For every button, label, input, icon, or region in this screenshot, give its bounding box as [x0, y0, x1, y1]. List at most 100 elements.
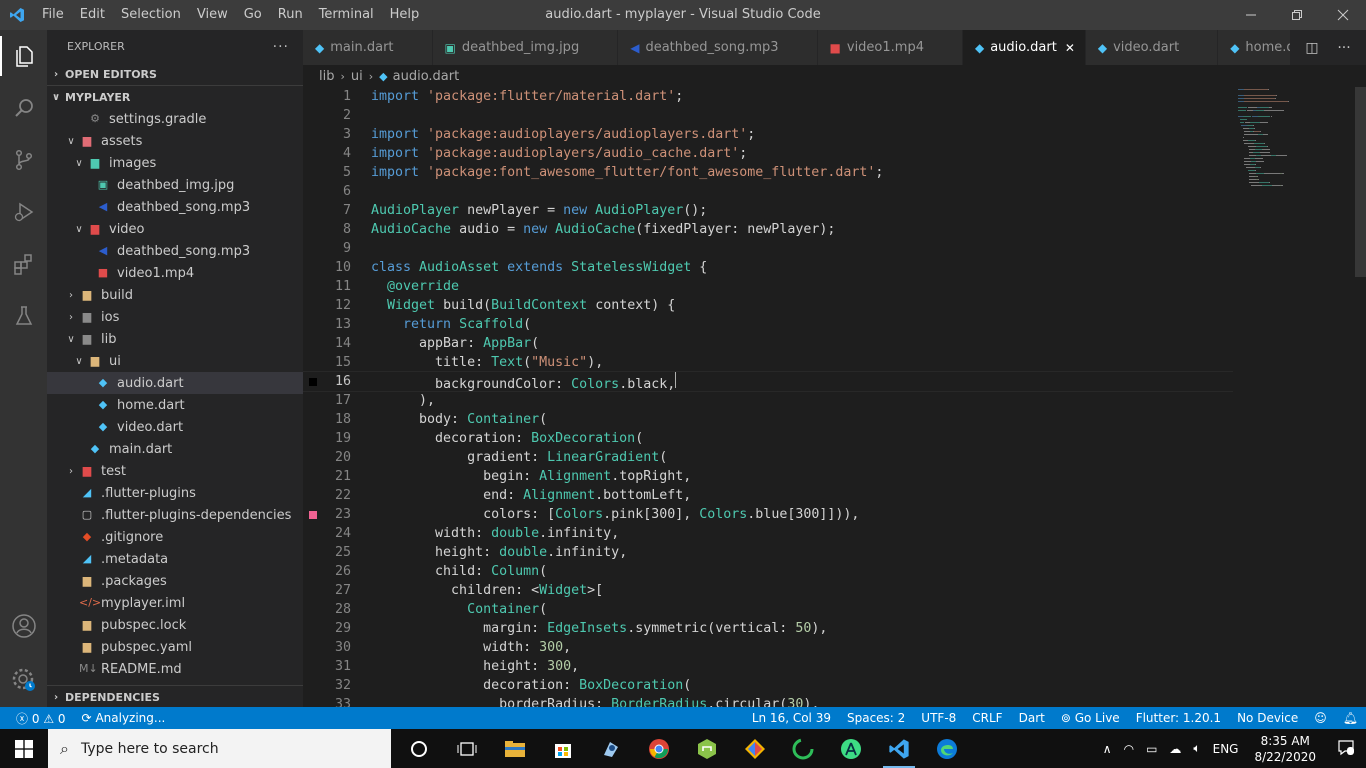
feedback-icon[interactable]: ☺ — [1306, 711, 1335, 725]
dependencies-section[interactable]: › DEPENDENCIES — [47, 685, 303, 707]
encoding[interactable]: UTF-8 — [913, 711, 964, 725]
menu-terminal[interactable]: Terminal — [311, 0, 382, 30]
analyzing-status[interactable]: ⟳ Analyzing... — [74, 711, 174, 725]
menu-file[interactable]: File — [34, 0, 72, 30]
code-line[interactable]: 17 ), — [303, 391, 1233, 410]
menu-selection[interactable]: Selection — [113, 0, 189, 30]
code-line[interactable]: 6 — [303, 182, 1233, 201]
code-line[interactable]: 32 decoration: BoxDecoration( — [303, 676, 1233, 695]
git-kraken-icon[interactable] — [731, 729, 779, 768]
code-line[interactable]: 33 borderRadius: BorderRadius.circular(3… — [303, 695, 1233, 707]
open-editors-section[interactable]: › OPEN EDITORS — [47, 63, 303, 86]
minimap[interactable] — [1238, 87, 1353, 287]
close-window-icon[interactable] — [1320, 0, 1366, 30]
volume-icon[interactable]: 🔈︎ — [1187, 741, 1206, 756]
action-center-icon[interactable] — [1326, 738, 1366, 759]
code-line[interactable]: 26 child: Column( — [303, 562, 1233, 581]
code-line[interactable]: 21 begin: Alignment.topRight, — [303, 467, 1233, 486]
code-line[interactable]: 19 decoration: BoxDecoration( — [303, 429, 1233, 448]
vscode-icon[interactable] — [875, 729, 923, 768]
code-line[interactable]: 23 colors: [Colors.pink[300], Colors.blu… — [303, 505, 1233, 524]
code-editor[interactable]: 1 import 'package:flutter/material.dart';… — [303, 87, 1233, 707]
taskbar-search-box[interactable]: ⌕ Type here to search — [48, 729, 391, 768]
menu-go[interactable]: Go — [236, 0, 270, 30]
menu-help[interactable]: Help — [382, 0, 428, 30]
windows-start-icon[interactable] — [0, 729, 48, 768]
tree-item[interactable]: ◀ deathbed_song.mp3 — [47, 196, 303, 218]
tree-item[interactable]: ⚙ settings.gradle — [47, 108, 303, 130]
code-line[interactable]: 25 height: double.infinity, — [303, 543, 1233, 562]
tree-item[interactable]: </> myplayer.iml — [47, 592, 303, 614]
tab-audio-dart[interactable]: ◆ audio.dart ✕ — [962, 30, 1086, 65]
task-view-icon[interactable] — [443, 729, 491, 768]
tree-item[interactable]: › ▆ build — [47, 284, 303, 306]
files-icon[interactable] — [0, 30, 47, 82]
android-studio-icon[interactable] — [827, 729, 875, 768]
extensions-icon[interactable] — [0, 238, 47, 290]
run-debug-icon[interactable] — [0, 186, 47, 238]
breadcrumb-item[interactable]: ui — [351, 69, 363, 84]
tree-item[interactable]: › ▆ ios — [47, 306, 303, 328]
breadcrumb-item[interactable]: audio.dart — [393, 69, 460, 84]
battery-icon[interactable]: ▭ — [1140, 742, 1163, 756]
flutter-version[interactable]: Flutter: 1.20.1 — [1128, 711, 1229, 725]
code-line[interactable]: 28 Container( — [303, 600, 1233, 619]
problems-indicator[interactable]: ⓧ 0 ⚠ 0 — [8, 710, 74, 727]
minimize-icon[interactable] — [1228, 0, 1274, 30]
code-line[interactable]: 14 appBar: AppBar( — [303, 334, 1233, 353]
chrome-icon[interactable] — [635, 729, 683, 768]
breadcrumb-item[interactable]: lib — [319, 69, 334, 84]
tree-item[interactable]: ∨ ▆ assets — [47, 130, 303, 152]
menu-view[interactable]: View — [189, 0, 236, 30]
store-icon[interactable] — [539, 729, 587, 768]
tree-item[interactable]: ■ video1.mp4 — [47, 262, 303, 284]
menu-edit[interactable]: Edit — [72, 0, 113, 30]
code-line[interactable]: 30 width: 300, — [303, 638, 1233, 657]
code-line[interactable]: 1 import 'package:flutter/material.dart'; — [303, 87, 1233, 106]
testing-icon[interactable] — [0, 290, 47, 342]
wifi-icon[interactable]: ◠ — [1118, 742, 1140, 756]
code-line[interactable]: 5 import 'package:font_awesome_flutter/fo… — [303, 163, 1233, 182]
cloud-icon[interactable]: ☁ — [1163, 742, 1187, 756]
tree-item[interactable]: › ▆ test — [47, 460, 303, 482]
app-icon[interactable] — [587, 729, 635, 768]
notifications-bell-icon[interactable]: 🔔︎ — [1335, 711, 1366, 725]
close-icon[interactable]: ✕ — [1065, 41, 1075, 55]
vertical-scrollbar[interactable] — [1355, 87, 1366, 277]
tab-video1-mp4[interactable]: ■ video1.mp4 — [817, 30, 963, 65]
code-line[interactable]: 20 gradient: LinearGradient( — [303, 448, 1233, 467]
code-line[interactable]: 9 — [303, 239, 1233, 258]
code-line[interactable]: 7 AudioPlayer newPlayer = new AudioPlayer… — [303, 201, 1233, 220]
tree-item[interactable]: ▆ pubspec.lock — [47, 614, 303, 636]
android-icon[interactable] — [683, 729, 731, 768]
tree-item[interactable]: ◢ .flutter-plugins — [47, 482, 303, 504]
code-line[interactable]: 27 children: <Widget>[ — [303, 581, 1233, 600]
device-selector[interactable]: No Device — [1229, 711, 1306, 725]
code-line[interactable]: 2 — [303, 106, 1233, 125]
tab-deathbed-img-jpg[interactable]: ▣ deathbed_img.jpg — [432, 30, 619, 65]
code-line[interactable]: 24 width: double.infinity, — [303, 524, 1233, 543]
code-line[interactable]: 13 return Scaffold( — [303, 315, 1233, 334]
tree-item[interactable]: ◀ deathbed_song.mp3 — [47, 240, 303, 262]
code-line[interactable]: 15 title: Text("Music"), — [303, 353, 1233, 372]
menu-run[interactable]: Run — [270, 0, 311, 30]
code-line[interactable]: 31 height: 300, — [303, 657, 1233, 676]
code-line[interactable]: 4 import 'package:audioplayers/audio_cach… — [303, 144, 1233, 163]
code-line[interactable]: 16 backgroundColor: Colors.black, — [303, 371, 1233, 392]
tab-deathbed-song-mp3[interactable]: ◀ deathbed_song.mp3 — [618, 30, 818, 65]
tree-item[interactable]: ∨ ▆ lib — [47, 328, 303, 350]
project-section[interactable]: ∨ MYPLAYER — [47, 86, 303, 108]
tree-item[interactable]: ∨ ▆ ui — [47, 350, 303, 372]
tree-item[interactable]: ◆ .gitignore — [47, 526, 303, 548]
cursor-position[interactable]: Ln 16, Col 39 — [744, 711, 839, 725]
code-line[interactable]: 12 Widget build(BuildContext context) { — [303, 296, 1233, 315]
language-indicator[interactable]: ENG — [1207, 742, 1245, 756]
restore-icon[interactable] — [1274, 0, 1320, 30]
tab-video-dart[interactable]: ◆ video.dart — [1085, 30, 1219, 65]
code-line[interactable]: 18 body: Container( — [303, 410, 1233, 429]
tree-item[interactable]: ◆ home.dart — [47, 394, 303, 416]
tree-item[interactable]: ◢ .metadata — [47, 548, 303, 570]
code-line[interactable]: 29 margin: EdgeInsets.symmetric(vertical… — [303, 619, 1233, 638]
indentation[interactable]: Spaces: 2 — [839, 711, 913, 725]
code-line[interactable]: 3 import 'package:audioplayers/audioplaye… — [303, 125, 1233, 144]
